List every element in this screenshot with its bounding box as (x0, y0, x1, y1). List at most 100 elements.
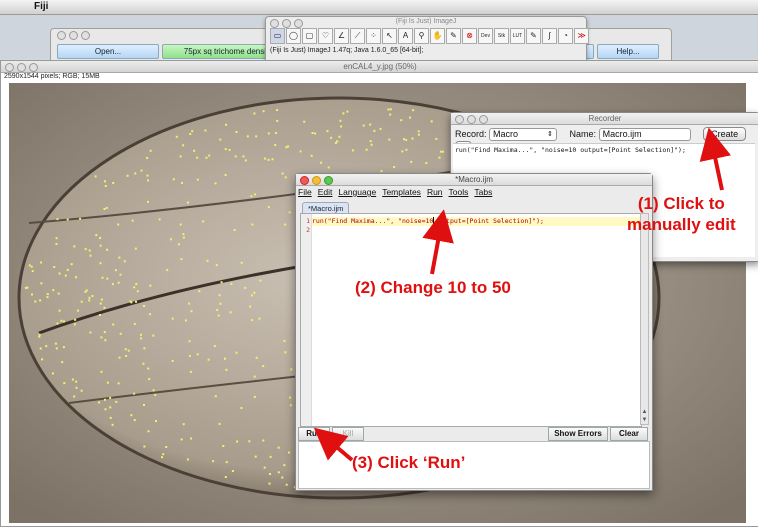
record-type-select[interactable]: Macro ⇕ (489, 128, 558, 141)
window-controls[interactable] (57, 31, 90, 40)
maxima-point (119, 273, 122, 276)
scroll-up-icon[interactable]: ▲ (641, 408, 648, 416)
scroll-down-icon[interactable]: ▼ (641, 416, 648, 424)
tool-icon[interactable]: ⁘ (366, 28, 381, 44)
maxima-point (56, 322, 59, 325)
output-pane[interactable] (298, 441, 650, 489)
maxima-point (284, 223, 287, 226)
maxima-point (338, 135, 341, 138)
launcher-button[interactable]: Open... (57, 44, 159, 59)
menu-edit[interactable]: Edit (318, 187, 333, 197)
maxima-point (31, 293, 33, 296)
maxima-point (224, 174, 227, 176)
tool-icon[interactable]: Stk (494, 28, 509, 44)
maxima-point (63, 382, 66, 385)
annotation-step-1: (1) Click to manually edit (627, 193, 736, 235)
maxima-point (190, 310, 193, 313)
maxima-point (188, 302, 191, 305)
maxima-point (430, 120, 433, 123)
menu-tools[interactable]: Tools (449, 187, 469, 197)
app-menu-name[interactable]: Fiji (34, 1, 48, 12)
tool-icon[interactable]: ✎ (526, 28, 541, 44)
maxima-point (106, 248, 109, 251)
tool-icon[interactable]: ∫ (542, 28, 557, 44)
tool-icon[interactable]: ⟋ (350, 28, 365, 44)
maxima-point (106, 277, 109, 280)
maxima-point (417, 130, 420, 133)
maxima-point (196, 178, 199, 181)
maxima-point (251, 223, 254, 226)
maxima-point (103, 331, 106, 334)
maxima-point (75, 276, 77, 279)
maxima-point (89, 254, 92, 257)
record-type-value: Macro (493, 129, 519, 139)
tool-icon[interactable]: ✋ (430, 28, 445, 44)
maxima-point (75, 386, 78, 389)
maxima-point (140, 169, 143, 172)
maxima-point (255, 356, 258, 359)
menu-tabs[interactable]: Tabs (474, 187, 492, 197)
tool-icon[interactable]: ◔ (558, 28, 573, 44)
maxima-point (268, 482, 271, 485)
tool-icon[interactable]: ✎ (446, 28, 461, 44)
maxima-point (61, 361, 64, 364)
maxima-point (281, 476, 284, 479)
maxima-point (202, 220, 205, 223)
maxima-point (267, 132, 270, 135)
tool-icon[interactable]: ↖ (382, 28, 397, 44)
menu-run[interactable]: Run (427, 187, 443, 197)
maxima-point (54, 342, 57, 345)
menu-file[interactable]: File (298, 187, 312, 197)
macro-name-field[interactable]: Macro.ijm (598, 128, 691, 141)
tool-icon[interactable]: ▢ (302, 28, 317, 44)
maxima-point (288, 451, 290, 454)
annotation-step-1-line-2: manually edit (627, 215, 736, 234)
maxima-point (269, 455, 272, 458)
clear-button[interactable]: Clear (610, 427, 648, 441)
tool-icon[interactable]: ≫ (574, 28, 589, 44)
maxima-point (263, 466, 266, 469)
maxima-point (186, 458, 189, 461)
maxima-point (362, 124, 365, 127)
tool-icon[interactable]: ⚲ (414, 28, 429, 44)
maxima-point (193, 149, 196, 152)
maxima-point (152, 334, 155, 337)
maxima-point (380, 170, 383, 172)
tool-icon[interactable]: ◯ (286, 28, 301, 44)
maxima-point (99, 237, 102, 239)
maxima-point (228, 148, 231, 151)
code-line-1[interactable]: run("Find Maxima...", "noise=10 output=[… (312, 217, 640, 226)
create-button[interactable]: Create (703, 127, 747, 141)
maxima-point (387, 108, 390, 111)
maxima-point (184, 319, 187, 322)
maxima-point (276, 109, 279, 112)
maxima-point (131, 219, 134, 222)
code-editor[interactable]: 1 2 run("Find Maxima...", "noise=10 outp… (300, 213, 642, 427)
maxima-point (100, 336, 103, 339)
tool-icon[interactable]: A (398, 28, 413, 44)
vertical-scrollbar[interactable]: ▲ ▼ (640, 213, 649, 425)
tool-icon[interactable]: ⊗ (462, 28, 477, 44)
run-button[interactable]: Run (298, 427, 330, 441)
launcher-button[interactable]: Help... (597, 44, 659, 59)
maxima-point (179, 155, 182, 158)
imagej-toolbar-window: (Fiji Is Just) ImageJ ▭ ◯ ▢ ♡ ∠ ⟋ ⁘ ↖ A ⚲ ✋ ✎ ⊗ Dev St… (265, 16, 589, 61)
tool-icon[interactable]: ∠ (334, 28, 349, 44)
maxima-point (370, 143, 373, 146)
tool-icon[interactable]: ♡ (318, 28, 333, 44)
show-errors-button[interactable]: Show Errors (548, 427, 608, 441)
maxima-point (38, 335, 41, 338)
menu-templates[interactable]: Templates (382, 187, 421, 197)
tool-icon[interactable]: LUT (510, 28, 525, 44)
maxima-point (214, 182, 217, 185)
maxima-point (240, 407, 243, 409)
maxima-point (339, 119, 342, 122)
menu-language[interactable]: Language (338, 187, 376, 197)
tool-icon[interactable]: Dev (478, 28, 493, 44)
tool-icon[interactable]: ▭ (270, 28, 285, 44)
maxima-point (105, 206, 108, 209)
maxima-point (269, 473, 271, 475)
kill-button[interactable]: Kill (332, 427, 364, 441)
maxima-point (254, 193, 257, 196)
maxima-point (435, 137, 438, 140)
